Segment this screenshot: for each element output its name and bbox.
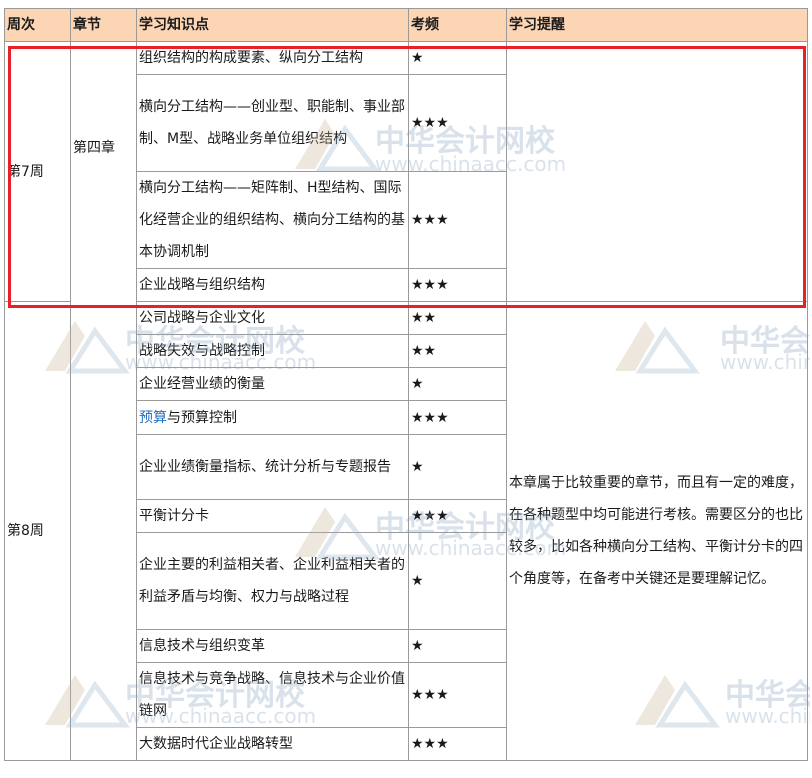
frequency-stars: ★★★ [408, 400, 507, 435]
topic-cell: 大数据时代企业战略转型 [136, 727, 409, 761]
topic-cell: 企业战略与组织结构 [136, 268, 409, 302]
week-cell: 第8周 [4, 301, 71, 761]
frequency-stars: ★ [408, 41, 507, 75]
tip-cell-empty [506, 41, 808, 302]
header-topic: 学习知识点 [136, 8, 409, 42]
topic-cell: 企业主要的利益相关者、企业利益相关者的利益矛盾与均衡、权力与战略过程 [136, 532, 409, 630]
topic-cell: 预算与预算控制 [136, 400, 409, 435]
header-tip: 学习提醒 [506, 8, 808, 42]
header-frequency: 考频 [408, 8, 507, 42]
topic-cell: 战略失效与战略控制 [136, 334, 409, 368]
header-chapter: 章节 [70, 8, 137, 42]
frequency-stars: ★★★ [408, 499, 507, 533]
frequency-stars: ★★★ [408, 662, 507, 728]
frequency-stars: ★ [408, 367, 507, 401]
frequency-stars: ★★★ [408, 171, 507, 269]
study-plan-table: 周次 章节 学习知识点 考频 学习提醒 第7周 第四章 组织结构的构成要素、纵向… [4, 8, 808, 761]
tip-cell: 本章属于比较重要的章节，而且有一定的难度，在各种题型中均可能进行考核。需要区分的… [506, 301, 808, 761]
topic-cell: 公司战略与企业文化 [136, 301, 409, 335]
frequency-stars: ★★ [408, 334, 507, 368]
frequency-stars: ★★★ [408, 268, 507, 302]
budget-link[interactable]: 预算 [139, 410, 167, 426]
topic-cell: 企业经营业绩的衡量 [136, 367, 409, 401]
week-cell: 第7周 [4, 41, 71, 302]
header-row: 周次 章节 学习知识点 考频 学习提醒 [4, 8, 808, 42]
frequency-stars: ★ [408, 629, 507, 663]
topic-cell: 横向分工结构——矩阵制、H型结构、国际化经营企业的组织结构、横向分工结构的基本协… [136, 171, 409, 269]
topic-text: 与预算控制 [167, 409, 237, 426]
frequency-stars: ★ [408, 434, 507, 500]
topic-cell: 平衡计分卡 [136, 499, 409, 533]
topic-cell: 企业业绩衡量指标、统计分析与专题报告 [136, 434, 409, 500]
frequency-stars: ★ [408, 532, 507, 630]
topic-cell: 信息技术与组织变革 [136, 629, 409, 663]
table-row: 第7周 第四章 组织结构的构成要素、纵向分工结构 ★ [4, 41, 808, 761]
header-week: 周次 [4, 8, 71, 42]
frequency-stars: ★★ [408, 301, 507, 335]
topic-cell: 横向分工结构——创业型、职能制、事业部制、M型、战略业务单位组织结构 [136, 74, 409, 172]
frequency-stars: ★★★ [408, 727, 507, 761]
chapter-cell: 第四章 [70, 41, 137, 761]
frequency-stars: ★★★ [408, 74, 507, 172]
topic-cell: 信息技术与竞争战略、信息技术与企业价值链网 [136, 662, 409, 728]
topic-cell: 组织结构的构成要素、纵向分工结构 [136, 41, 409, 75]
